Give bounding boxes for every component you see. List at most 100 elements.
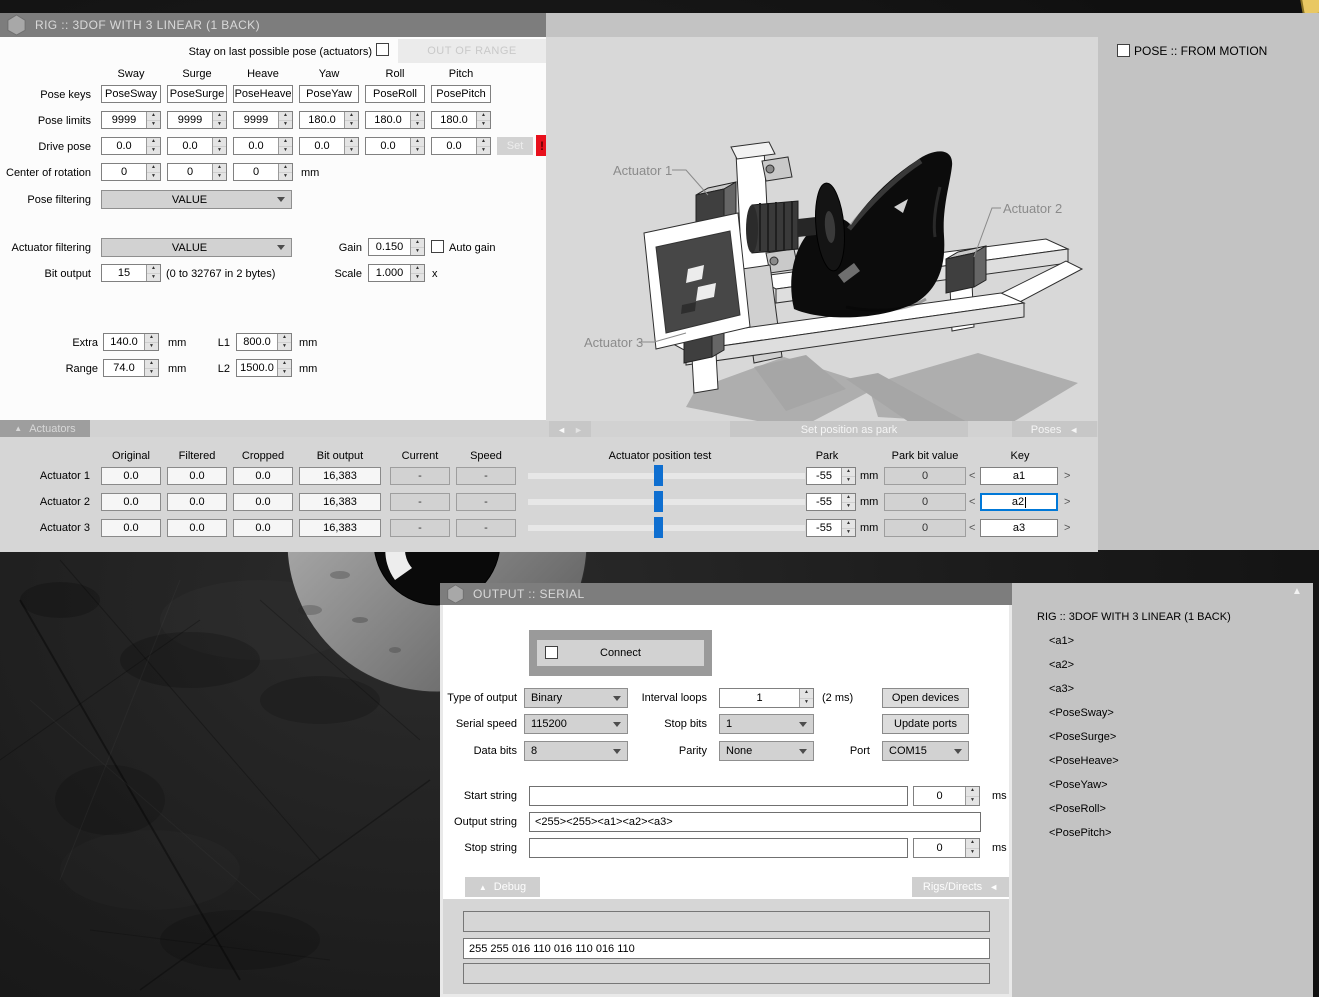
pose-filtering-dropdown[interactable]: VALUE <box>101 190 292 209</box>
actuator2-slider-thumb[interactable] <box>654 491 663 512</box>
scale-spinner[interactable]: 1.000 <box>368 264 425 282</box>
gain-spinner[interactable]: 0.150 <box>368 238 425 256</box>
rig-3d-viewport[interactable] <box>546 37 1098 421</box>
actuator-filtering-dropdown[interactable]: VALUE <box>101 238 292 257</box>
dropdown-arrow-icon <box>954 749 962 754</box>
pose-from-motion-checkbox[interactable] <box>1117 44 1130 57</box>
pose-key-heave-input[interactable]: PoseHeave <box>233 85 293 103</box>
extra-spinner[interactable]: 140.0 <box>103 333 159 351</box>
actuator2-park-bit: 0 <box>884 493 966 511</box>
actuator1-test-slider[interactable] <box>528 473 805 479</box>
pose-key-sway-input[interactable]: PoseSway <box>101 85 161 103</box>
pose-limits-label: Pose limits <box>0 115 91 128</box>
rigs-directs-button[interactable]: Rigs/Directs <box>912 877 1009 897</box>
actuator3-filtered: 0.0 <box>167 519 227 537</box>
center-rotation-y-spinner[interactable]: 0 <box>167 163 227 181</box>
pose-filtering-label: Pose filtering <box>0 194 91 207</box>
l1-spinner[interactable]: 800.0 <box>236 333 292 351</box>
collapse-up-icon <box>14 424 22 433</box>
actuator1-slider-thumb[interactable] <box>654 465 663 486</box>
actuator3-key-open-bracket: < <box>969 522 975 535</box>
stay-pose-checkbox[interactable] <box>376 43 389 56</box>
pose-limit-yaw-spinner[interactable]: 180.0 <box>299 111 359 129</box>
text-caret <box>1025 497 1026 508</box>
actuator3-key-input[interactable]: a3 <box>980 519 1058 537</box>
th-speed: Speed <box>456 450 516 462</box>
actuator1-filtered: 0.0 <box>167 467 227 485</box>
actuator2-park-spinner[interactable]: -55 <box>806 493 856 511</box>
drive-pose-roll-spinner[interactable]: 0.0 <box>365 137 425 155</box>
actuator2-park-unit: mm <box>860 496 878 509</box>
output-string-input[interactable]: <255><255><a1><a2><a3> <box>529 812 981 832</box>
update-ports-button[interactable]: Update ports <box>882 714 969 734</box>
actuator3-test-slider[interactable] <box>528 525 805 531</box>
stop-string-input[interactable] <box>529 838 908 858</box>
actuator3-slider-thumb[interactable] <box>654 517 663 538</box>
bit-output-spinner[interactable]: 15 <box>101 264 161 282</box>
drive-pose-pitch-spinner[interactable]: 0.0 <box>431 137 491 155</box>
actuator1-key-input[interactable]: a1 <box>980 467 1058 485</box>
parity-dropdown[interactable]: None <box>719 741 814 761</box>
start-delay-spinner[interactable]: 0 <box>913 786 980 806</box>
poses-button[interactable]: Poses <box>1012 421 1097 438</box>
actuator1-key-open-bracket: < <box>969 470 975 483</box>
auto-gain-checkbox[interactable] <box>431 240 444 253</box>
pose-limit-roll-spinner[interactable]: 180.0 <box>365 111 425 129</box>
rigs-panel-collapse-icon[interactable] <box>1292 586 1302 597</box>
pose-limit-heave-spinner[interactable]: 9999 <box>233 111 293 129</box>
pose-limit-surge-spinner[interactable]: 9999 <box>167 111 227 129</box>
rigs-panel-item-a2: <a2> <box>1049 659 1074 672</box>
l2-label: L2 <box>206 363 230 376</box>
actuator1-cropped: 0.0 <box>233 467 293 485</box>
dropdown-arrow-icon <box>277 245 285 250</box>
actuator-filtering-label: Actuator filtering <box>0 242 91 255</box>
rig-window-titlebar[interactable]: RIG :: 3DOF WITH 3 LINEAR (1 BACK) <box>0 13 546 37</box>
poses-expand-icon <box>1069 425 1078 435</box>
viewport-nav-buttons[interactable] <box>549 421 591 438</box>
nav-left-icon[interactable] <box>557 425 566 435</box>
actuator2-key-input[interactable]: a2 <box>980 493 1058 511</box>
center-rotation-x-spinner[interactable]: 0 <box>101 163 161 181</box>
drive-pose-heave-spinner[interactable]: 0.0 <box>233 137 293 155</box>
pose-key-surge-input[interactable]: PoseSurge <box>167 85 227 103</box>
actuator2-test-slider[interactable] <box>528 499 805 505</box>
open-devices-button[interactable]: Open devices <box>882 688 969 708</box>
dropdown-arrow-icon <box>277 197 285 202</box>
serial-window-titlebar[interactable]: OUTPUT :: SERIAL <box>440 583 1012 605</box>
l2-spinner[interactable]: 1500.0 <box>236 359 292 377</box>
pose-key-pitch-input[interactable]: PosePitch <box>431 85 491 103</box>
stop-bits-dropdown[interactable]: 1 <box>719 714 814 734</box>
pose-key-yaw-input[interactable]: PoseYaw <box>299 85 359 103</box>
pose-key-roll-input[interactable]: PoseRoll <box>365 85 425 103</box>
stop-delay-spinner[interactable]: 0 <box>913 838 980 858</box>
actuator2-speed: - <box>456 493 516 511</box>
actuator1-park-unit: mm <box>860 470 878 483</box>
center-rotation-z-spinner[interactable]: 0 <box>233 163 293 181</box>
th-park: Park <box>797 450 857 462</box>
actuator1-current: - <box>390 467 450 485</box>
drive-pose-surge-spinner[interactable]: 0.0 <box>167 137 227 155</box>
actuator3-park-spinner[interactable]: -55 <box>806 519 856 537</box>
connect-checkbox[interactable] <box>545 646 558 659</box>
start-string-label: Start string <box>430 790 517 803</box>
center-of-rotation-label: Center of rotation <box>0 167 91 180</box>
start-string-input[interactable] <box>529 786 908 806</box>
rigs-panel-item-posesway: <PoseSway> <box>1049 707 1114 720</box>
range-spinner[interactable]: 74.0 <box>103 359 159 377</box>
set-position-as-park-button[interactable]: Set position as park <box>730 421 968 438</box>
pose-limit-pitch-spinner[interactable]: 180.0 <box>431 111 491 129</box>
drive-pose-sway-spinner[interactable]: 0.0 <box>101 137 161 155</box>
set-drive-pose-button[interactable]: Set <box>497 137 533 155</box>
port-dropdown[interactable]: COM15 <box>882 741 969 761</box>
interval-loops-spinner[interactable]: 1 <box>719 688 814 708</box>
drive-pose-yaw-spinner[interactable]: 0.0 <box>299 137 359 155</box>
actuator1-park-spinner[interactable]: -55 <box>806 467 856 485</box>
rig-top-strip <box>546 13 1098 37</box>
th-key: Key <box>985 450 1055 462</box>
scale-suffix: x <box>432 268 438 281</box>
tab-actuators[interactable]: Actuators <box>0 420 90 437</box>
connect-button[interactable]: Connect <box>537 640 704 666</box>
tab-debug[interactable]: Debug <box>465 877 540 897</box>
pose-limit-sway-spinner[interactable]: 9999 <box>101 111 161 129</box>
nav-right-icon[interactable] <box>574 425 583 435</box>
